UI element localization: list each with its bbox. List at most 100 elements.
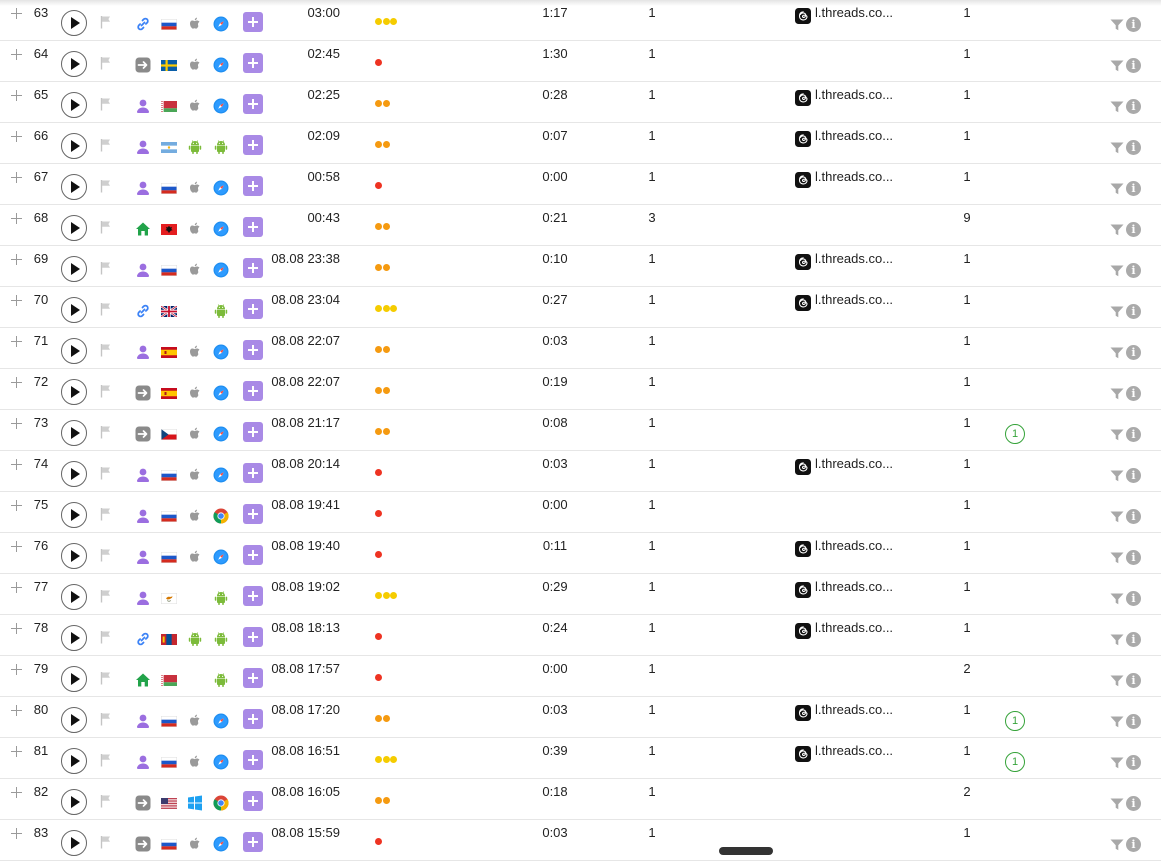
filter-icon[interactable] [1110,265,1124,277]
play-button[interactable] [61,748,87,774]
expand-icon[interactable] [10,581,23,594]
referrer-link[interactable]: l.threads.co... [795,743,935,763]
flag-icon[interactable] [99,384,113,398]
table-row[interactable]: 71 08.08 22:07 0:03 1 1 i [0,328,1161,369]
table-row[interactable]: 82 08.08 16:05 0:18 1 2 i [0,779,1161,820]
expand-icon[interactable] [10,827,23,840]
table-row[interactable]: 81 08.08 16:51 0:39 1 l.threads.co... 1 1 i [0,738,1161,779]
referrer-link[interactable]: l.threads.co... [795,87,935,107]
table-row[interactable]: 77 08.08 19:02 0:29 1 l.threads.co... 1 i [0,574,1161,615]
expand-icon[interactable] [10,130,23,143]
referrer-link[interactable]: l.threads.co... [795,702,935,722]
play-button[interactable] [61,830,87,856]
referrer-link[interactable]: l.threads.co... [795,128,935,148]
info-icon[interactable]: i [1126,222,1141,237]
play-button[interactable] [61,256,87,282]
add-button[interactable] [243,217,263,237]
expand-icon[interactable] [10,540,23,553]
add-button[interactable] [243,504,263,524]
flag-icon[interactable] [99,179,113,193]
referrer-link[interactable]: l.threads.co... [795,169,935,189]
flag-icon[interactable] [99,712,113,726]
flag-icon[interactable] [99,671,113,685]
add-button[interactable] [243,12,263,32]
info-icon[interactable]: i [1126,304,1141,319]
add-button[interactable] [243,750,263,770]
flag-icon[interactable] [99,343,113,357]
table-row[interactable]: 63 03:00 1:17 1 l.threads.co... 1 i [0,0,1161,41]
info-icon[interactable]: i [1126,755,1141,770]
info-icon[interactable]: i [1126,796,1141,811]
table-row[interactable]: 65 02:25 0:28 1 l.threads.co... 1 i [0,82,1161,123]
table-row[interactable]: 83 08.08 15:59 0:03 1 1 i [0,820,1161,861]
info-icon[interactable]: i [1126,386,1141,401]
table-row[interactable]: 73 08.08 21:17 0:08 1 1 1 i [0,410,1161,451]
play-button[interactable] [61,10,87,36]
filter-icon[interactable] [1110,511,1124,523]
info-icon[interactable]: i [1126,632,1141,647]
info-icon[interactable]: i [1126,591,1141,606]
filter-icon[interactable] [1110,388,1124,400]
expand-icon[interactable] [10,417,23,430]
play-button[interactable] [61,461,87,487]
filter-icon[interactable] [1110,839,1124,851]
add-button[interactable] [243,422,263,442]
play-button[interactable] [61,789,87,815]
add-button[interactable] [243,832,263,852]
play-button[interactable] [61,338,87,364]
add-button[interactable] [243,53,263,73]
play-button[interactable] [61,502,87,528]
info-icon[interactable]: i [1126,17,1141,32]
add-button[interactable] [243,463,263,483]
table-row[interactable]: 75 08.08 19:41 0:00 1 1 i [0,492,1161,533]
table-row[interactable]: 78 08.08 18:13 0:24 1 l.threads.co... 1 i [0,615,1161,656]
add-button[interactable] [243,586,263,606]
flag-icon[interactable] [99,261,113,275]
filter-icon[interactable] [1110,634,1124,646]
table-row[interactable]: 74 08.08 20:14 0:03 1 l.threads.co... 1 i [0,451,1161,492]
filter-icon[interactable] [1110,306,1124,318]
expand-icon[interactable] [10,89,23,102]
flag-icon[interactable] [99,589,113,603]
flag-icon[interactable] [99,56,113,70]
play-button[interactable] [61,174,87,200]
filter-icon[interactable] [1110,60,1124,72]
info-icon[interactable]: i [1126,99,1141,114]
filter-icon[interactable] [1110,224,1124,236]
play-button[interactable] [61,543,87,569]
play-button[interactable] [61,215,87,241]
info-icon[interactable]: i [1126,58,1141,73]
expand-icon[interactable] [10,622,23,635]
expand-icon[interactable] [10,786,23,799]
play-button[interactable] [61,297,87,323]
filter-icon[interactable] [1110,470,1124,482]
filter-icon[interactable] [1110,675,1124,687]
table-row[interactable]: 68 00:43 0:21 3 9 i [0,205,1161,246]
referrer-link[interactable]: l.threads.co... [795,456,935,476]
expand-icon[interactable] [10,663,23,676]
filter-icon[interactable] [1110,429,1124,441]
table-row[interactable]: 80 08.08 17:20 0:03 1 l.threads.co... 1 1 i [0,697,1161,738]
play-button[interactable] [61,584,87,610]
expand-icon[interactable] [10,745,23,758]
filter-icon[interactable] [1110,798,1124,810]
referrer-link[interactable]: l.threads.co... [795,251,935,271]
referrer-link[interactable]: l.threads.co... [795,579,935,599]
info-icon[interactable]: i [1126,837,1141,852]
play-button[interactable] [61,420,87,446]
expand-icon[interactable] [10,7,23,20]
expand-icon[interactable] [10,48,23,61]
filter-icon[interactable] [1110,142,1124,154]
expand-icon[interactable] [10,499,23,512]
flag-icon[interactable] [99,466,113,480]
play-button[interactable] [61,666,87,692]
flag-icon[interactable] [99,138,113,152]
filter-icon[interactable] [1110,716,1124,728]
filter-icon[interactable] [1110,552,1124,564]
table-row[interactable]: 66 02:09 0:07 1 l.threads.co... 1 i [0,123,1161,164]
play-button[interactable] [61,707,87,733]
add-button[interactable] [243,381,263,401]
add-button[interactable] [243,94,263,114]
table-row[interactable]: 69 08.08 23:38 0:10 1 l.threads.co... 1 i [0,246,1161,287]
add-button[interactable] [243,299,263,319]
